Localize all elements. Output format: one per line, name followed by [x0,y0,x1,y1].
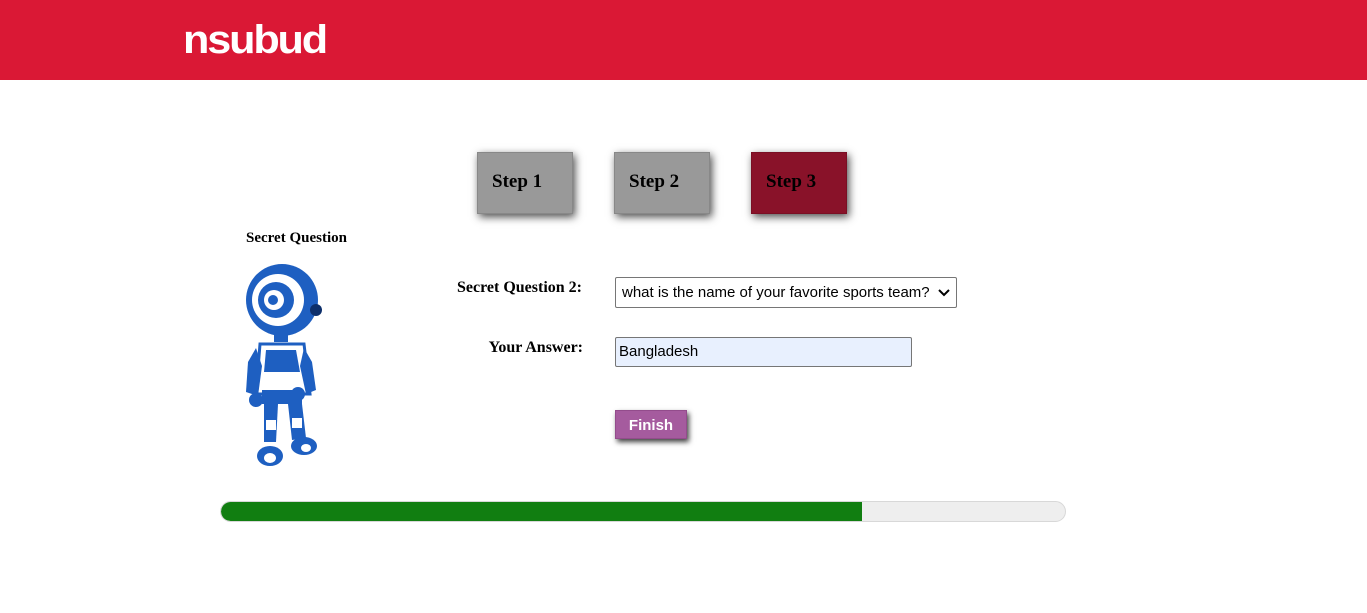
progress-bar [220,501,1066,522]
robot-mascot-image [246,264,322,466]
step-2-tab[interactable]: Step 2 [614,152,710,214]
header-bar: nsubud [0,0,1367,80]
secret-question-label: Secret Question 2: [456,279,582,296]
step-3-tab[interactable]: Step 3 [751,152,847,214]
secret-question-select[interactable]: what is the name of your favorite sports… [615,277,957,308]
progress-fill [221,502,863,521]
secret-question-value: what is the name of your favorite sports… [622,284,930,301]
answer-label: Your Answer: [488,339,583,356]
step-1-tab[interactable]: Step 1 [477,152,573,214]
chevron-down-icon [938,288,950,296]
site-logo[interactable]: nsubud [183,14,328,66]
answer-input[interactable]: Bangladesh [615,337,912,367]
side-title: Secret Question [246,230,347,246]
finish-button[interactable]: Finish [615,410,687,439]
